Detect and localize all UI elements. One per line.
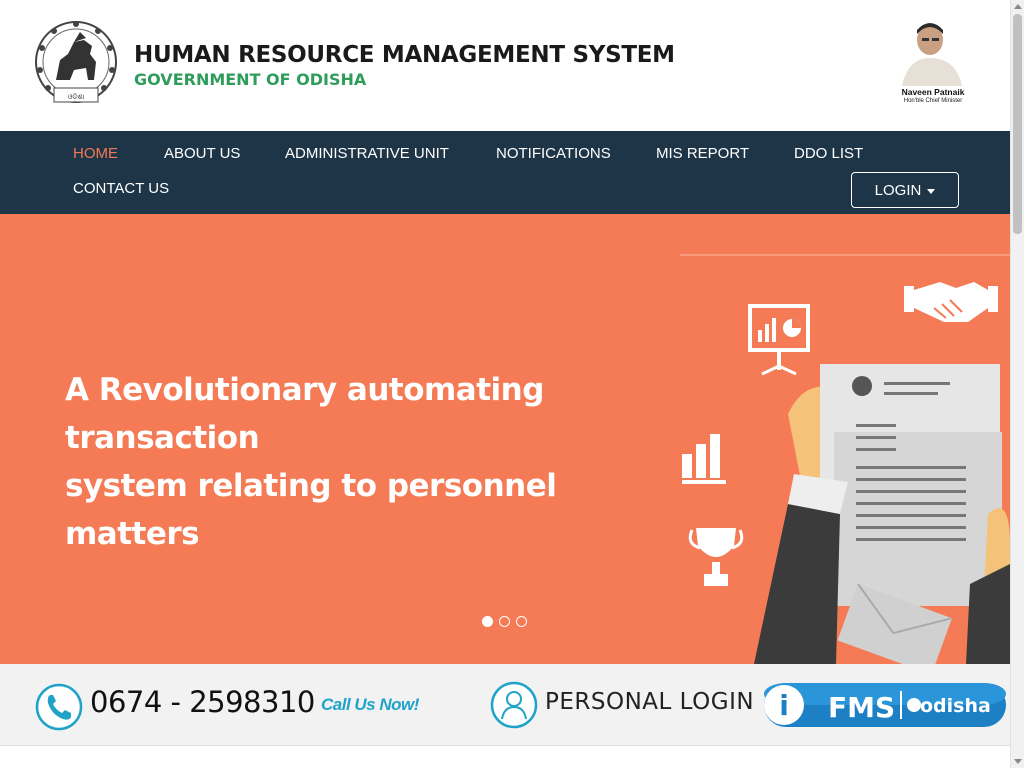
scroll-down-arrow-icon[interactable] [1014, 759, 1022, 764]
hero-carousel: A Revolutionary automating transaction s… [0, 214, 1010, 664]
main-nav: HOME ABOUT US ADMINISTRATIVE UNIT NOTIFI… [0, 131, 1010, 214]
nav-item-administrative-unit[interactable]: ADMINISTRATIVE UNIT [285, 145, 449, 162]
caret-down-icon [927, 188, 936, 194]
chief-minister-portrait: Naveen Patnaik Hon'ble Chief Minister [890, 18, 976, 108]
ifms-region: odisha [920, 695, 991, 717]
site-header: ଓଡ଼ିଶା HUMAN RESOURCE MANAGEMENT SYSTEM … [0, 0, 1010, 131]
ifms-text: FMS [828, 691, 895, 724]
carousel-dot-2[interactable] [499, 616, 510, 627]
chief-minister-role: Hon'ble Chief Minister [903, 98, 963, 104]
site-subtitle: GOVERNMENT OF ODISHA [134, 70, 367, 89]
site-titles: HUMAN RESOURCE MANAGEMENT SYSTEM GOVERNM… [134, 42, 675, 89]
carousel-indicators [482, 616, 527, 627]
handshake-icon [904, 282, 998, 322]
ifms-i-glyph: i [779, 689, 789, 722]
ifms-odisha-logo[interactable]: i FMS odisha [762, 679, 1008, 731]
nav-item-notifications[interactable]: NOTIFICATIONS [496, 145, 611, 162]
hero-line-2: transaction [65, 420, 260, 456]
login-dropdown-button[interactable]: LOGIN [851, 172, 959, 208]
personal-login-link[interactable]: PERSONAL LOGIN [545, 689, 754, 715]
chief-minister-name: Naveen Patnaik [901, 87, 965, 97]
nav-item-mis-report[interactable]: MIS REPORT [656, 145, 749, 162]
nav-item-contact-us[interactable]: CONTACT US [73, 180, 169, 197]
carousel-dot-1[interactable] [482, 616, 493, 627]
person-icon[interactable] [490, 681, 538, 729]
nav-item-about-us[interactable]: ABOUT US [164, 145, 240, 162]
nav-item-home[interactable]: HOME [73, 145, 118, 162]
phone-icon [35, 683, 83, 731]
vertical-scrollbar[interactable] [1010, 0, 1024, 768]
hero-line-1: A Revolutionary automating [65, 372, 544, 408]
scroll-up-arrow-icon[interactable] [1014, 4, 1022, 9]
call-us-now-label: Call Us Now! [321, 695, 419, 714]
site-title: HUMAN RESOURCE MANAGEMENT SYSTEM [134, 42, 675, 68]
svg-text:ଓଡ଼ିଶା: ଓଡ଼ିଶା [68, 93, 85, 101]
odisha-emblem-logo: ଓଡ଼ିଶା [35, 21, 117, 103]
hero-illustration [680, 254, 1010, 664]
bar-chart-icon [682, 434, 726, 484]
scrollbar-thumb[interactable] [1013, 14, 1022, 234]
carousel-dot-3[interactable] [516, 616, 527, 627]
hero-line-3: system relating to personnel matters [65, 468, 557, 552]
login-label: LOGIN [874, 181, 922, 199]
phone-number: 0674 - 2598310 [90, 685, 315, 719]
nav-item-ddo-list[interactable]: DDO LIST [794, 145, 863, 162]
hero-headline: A Revolutionary automating transaction s… [65, 366, 665, 558]
trophy-icon [688, 528, 744, 586]
presentation-chart-icon [748, 304, 810, 376]
